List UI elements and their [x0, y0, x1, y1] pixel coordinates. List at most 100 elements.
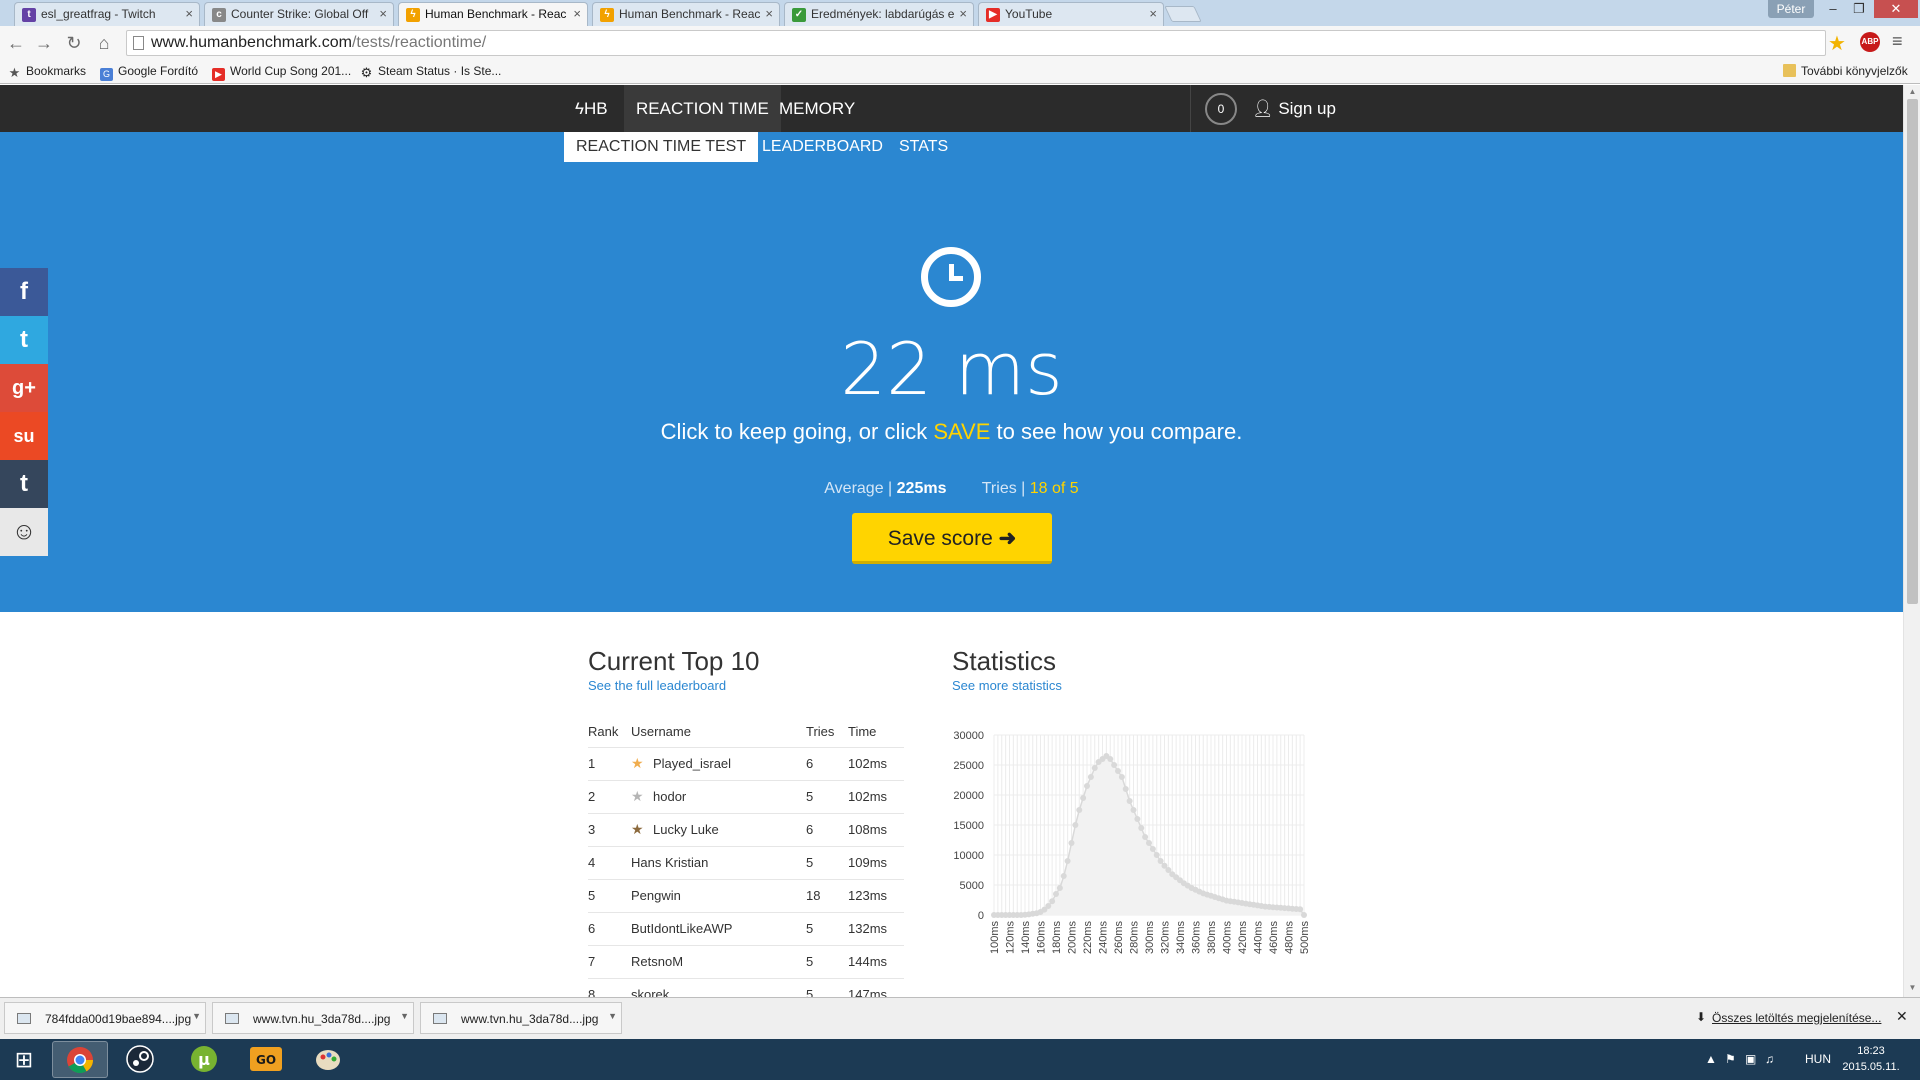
bookmark-star-icon[interactable]: ★: [1828, 31, 1846, 56]
table-row[interactable]: 8 skorek 5 147ms: [588, 978, 904, 997]
data-point[interactable]: [1080, 795, 1087, 801]
reload-icon[interactable]: ↻: [62, 32, 86, 54]
nav-logo[interactable]: ϟHB: [563, 85, 620, 132]
data-point[interactable]: [1056, 885, 1063, 891]
data-point[interactable]: [1072, 822, 1079, 828]
table-row[interactable]: 4 Hans Kristian 5 109ms: [588, 846, 904, 880]
scroll-thumb[interactable]: [1907, 99, 1918, 604]
data-point[interactable]: [1142, 834, 1149, 840]
tab-close-icon[interactable]: ×: [573, 6, 581, 21]
tab-human-benchmark-active[interactable]: ϟ Human Benchmark - Reac ×: [398, 2, 588, 26]
bookmark-google-translate[interactable]: G Google Fordító: [100, 64, 198, 81]
tab-human-benchmark[interactable]: ϟ Human Benchmark - Reac ×: [592, 2, 780, 26]
data-point[interactable]: [1068, 840, 1075, 846]
data-point[interactable]: [1049, 898, 1056, 905]
more-statistics-link[interactable]: See more statistics: [952, 678, 1062, 693]
tab-close-icon[interactable]: ×: [379, 6, 387, 21]
download-item[interactable]: www.tvn.hu_3da78d....jpg ▼: [212, 1002, 414, 1034]
home-icon[interactable]: ⌂: [92, 32, 116, 54]
tab-close-icon[interactable]: ×: [1149, 6, 1157, 21]
stumbleupon-share-icon[interactable]: su: [0, 412, 48, 460]
google-plus-share-icon[interactable]: g+: [0, 364, 48, 412]
download-item[interactable]: 784fdda00d19bae894....jpg ▼: [4, 1002, 206, 1034]
window-close-icon[interactable]: ✕: [1874, 0, 1918, 18]
data-point[interactable]: [1053, 891, 1059, 897]
tab-stats[interactable]: STATS: [887, 132, 960, 162]
data-point[interactable]: [1157, 858, 1164, 864]
tray-expand-icon[interactable]: ▲: [1705, 1052, 1717, 1066]
tab-leaderboard[interactable]: LEADERBOARD: [750, 132, 895, 162]
score-badge[interactable]: 0: [1205, 93, 1237, 125]
csgo-taskbar-icon[interactable]: GO: [238, 1041, 294, 1078]
minimize-icon[interactable]: –: [1820, 0, 1846, 18]
twitter-share-icon[interactable]: t: [0, 316, 48, 364]
paint-taskbar-icon[interactable]: [300, 1041, 356, 1078]
bookmark-world-cup-song[interactable]: ▶ World Cup Song 201...: [212, 64, 351, 81]
download-item[interactable]: www.tvn.hu_3da78d....jpg ▼: [420, 1002, 622, 1034]
show-all-downloads-link[interactable]: Összes letöltés megjelenítése...: [1712, 1011, 1881, 1025]
address-bar[interactable]: www.humanbenchmark.com/tests/reactiontim…: [126, 30, 1826, 56]
data-point[interactable]: [1149, 846, 1156, 852]
data-point[interactable]: [1091, 765, 1098, 771]
reddit-share-icon[interactable]: ☺: [0, 508, 48, 556]
new-tab-button[interactable]: [1164, 6, 1202, 22]
menu-icon[interactable]: ≡: [1892, 31, 1903, 52]
forward-icon[interactable]: →: [32, 32, 56, 54]
data-point[interactable]: [1146, 840, 1152, 846]
data-point[interactable]: [1138, 825, 1145, 831]
profile-badge[interactable]: Péter: [1768, 0, 1814, 18]
full-leaderboard-link[interactable]: See the full leaderboard: [588, 678, 726, 693]
data-point[interactable]: [1134, 816, 1141, 822]
data-point[interactable]: [1064, 858, 1071, 864]
data-point[interactable]: [1130, 807, 1137, 813]
adblock-icon[interactable]: ABP: [1860, 32, 1880, 52]
test-area[interactable]: 22 ms Click to keep going, or click SAVE…: [0, 162, 1903, 612]
data-point[interactable]: [1084, 783, 1090, 789]
nav-memory[interactable]: MEMORY: [767, 85, 867, 132]
other-bookmarks[interactable]: További könyvjelzők: [1783, 64, 1908, 78]
table-row[interactable]: 3 ★ Lucky Luke 6 108ms: [588, 813, 904, 847]
table-row[interactable]: 6 ButIdontLikeAWP 5 132ms: [588, 912, 904, 946]
data-point[interactable]: [1087, 774, 1094, 780]
sign-up-link[interactable]: 👤︎ Sign up: [1240, 85, 1348, 132]
windows-start-icon[interactable]: ⊞: [4, 1041, 44, 1078]
utorrent-taskbar-icon[interactable]: µ: [176, 1041, 232, 1078]
network-icon[interactable]: ▣: [1745, 1052, 1756, 1066]
tab-reaction-time-test[interactable]: REACTION TIME TEST: [564, 132, 759, 162]
tab-eredmenyek[interactable]: ✓ Eredmények: labdarúgás e ×: [784, 2, 974, 26]
data-point[interactable]: [1297, 906, 1304, 913]
data-point[interactable]: [1115, 768, 1121, 774]
close-download-bar-icon[interactable]: ✕: [1896, 1008, 1908, 1025]
chevron-down-icon[interactable]: ▼: [608, 1011, 617, 1021]
data-point[interactable]: [1076, 807, 1083, 813]
table-row[interactable]: 1 ★ Played_israel 6 102ms: [588, 747, 904, 781]
table-row[interactable]: 7 RetsnoM 5 144ms: [588, 945, 904, 979]
table-row[interactable]: 2 ★ hodor 5 102ms: [588, 780, 904, 814]
bookmark-bookmarks[interactable]: ★ Bookmarks: [8, 64, 86, 79]
flag-icon[interactable]: ⚑: [1725, 1052, 1736, 1066]
tab-counter-strike[interactable]: c Counter Strike: Global Off ×: [204, 2, 394, 26]
tab-youtube[interactable]: ▶ YouTube ×: [978, 2, 1164, 26]
tumblr-share-icon[interactable]: t: [0, 460, 48, 508]
save-score-button[interactable]: Save score ➜: [852, 513, 1052, 564]
data-point[interactable]: [1111, 762, 1118, 768]
data-point[interactable]: [1153, 852, 1160, 858]
tab-twitch[interactable]: t esl_greatfrag - Twitch ×: [14, 2, 200, 26]
tab-close-icon[interactable]: ×: [185, 6, 193, 21]
nav-reaction-time[interactable]: REACTION TIME: [624, 85, 781, 132]
data-point[interactable]: [1107, 756, 1114, 762]
tab-close-icon[interactable]: ×: [959, 6, 967, 21]
data-point[interactable]: [1122, 786, 1129, 792]
page-scrollbar[interactable]: ▲ ▼: [1903, 85, 1920, 997]
data-point[interactable]: [1301, 912, 1307, 918]
facebook-share-icon[interactable]: f: [0, 268, 48, 316]
data-point[interactable]: [1060, 873, 1067, 879]
chevron-down-icon[interactable]: ▼: [400, 1011, 409, 1021]
scroll-down-icon[interactable]: ▼: [1904, 983, 1920, 992]
scroll-up-icon[interactable]: ▲: [1904, 87, 1920, 96]
restore-icon[interactable]: ❐: [1846, 0, 1872, 18]
tab-close-icon[interactable]: ×: [765, 6, 773, 21]
language-indicator[interactable]: HUN: [1805, 1052, 1831, 1066]
chrome-taskbar-icon[interactable]: [52, 1041, 108, 1078]
table-row[interactable]: 5 Pengwin 18 123ms: [588, 879, 904, 913]
